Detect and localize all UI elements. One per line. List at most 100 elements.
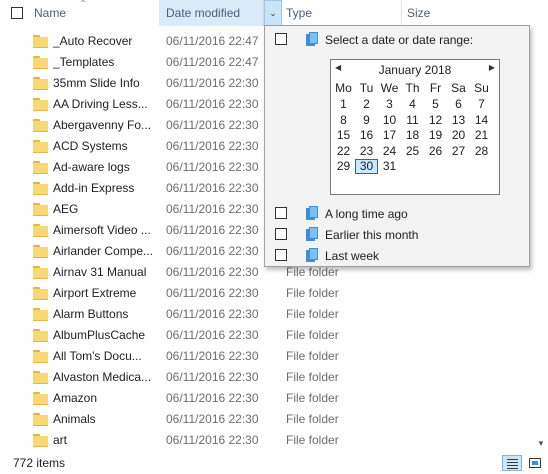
date-range-checkbox[interactable] [275, 33, 287, 45]
file-date-modified: 06/11/2016 22:30 [166, 97, 259, 111]
file-name: All Tom's Docu... [53, 349, 142, 363]
calendar-day[interactable]: 27 [447, 144, 470, 159]
calendar: ◀ January 2018 ▶ Mo Tu We Th Fr Sa Su 1 2 3 4 5 6 7 8 9… [330, 59, 500, 195]
file-name: Airport Extreme [53, 286, 137, 300]
large-icons-view-button[interactable] [526, 455, 544, 471]
column-header-date-modified[interactable]: Date modified [159, 0, 264, 26]
list-item[interactable]: art 06/11/2016 22:30 File folder [0, 430, 548, 451]
option-label-long-time-ago[interactable]: A long time ago [325, 207, 408, 221]
file-date-modified: 06/11/2016 22:30 [166, 76, 259, 90]
calendar-day[interactable]: 7 [470, 97, 493, 112]
item-count: 772 items [13, 456, 66, 470]
file-date-modified: 06/11/2016 22:30 [166, 370, 259, 384]
details-view-button[interactable] [502, 455, 522, 471]
list-item[interactable]: Alarm Buttons 06/11/2016 22:30 File folder [0, 304, 548, 325]
folder-icon [33, 245, 48, 258]
file-name: Airlander Compe... [53, 244, 154, 258]
date-filter-dropdown-button[interactable]: ⌄ [264, 0, 282, 26]
calendar-day[interactable]: 5 [424, 97, 447, 112]
option-label-last-week[interactable]: Last week [325, 249, 379, 263]
folder-icon [33, 56, 48, 69]
folder-icon [33, 434, 48, 447]
option-checkbox-last-week[interactable] [275, 249, 287, 261]
calendar-weekday: Tu [359, 81, 374, 95]
file-date-modified: 06/11/2016 22:30 [166, 202, 259, 216]
calendar-day[interactable]: 17 [378, 128, 401, 143]
calendar-day[interactable]: 29 [332, 159, 355, 174]
calendar-day[interactable]: 22 [332, 144, 355, 159]
calendar-day[interactable]: 20 [447, 128, 470, 143]
calendar-day[interactable]: 14 [470, 113, 493, 128]
list-item[interactable]: Amazon 06/11/2016 22:30 File folder [0, 388, 548, 409]
calendar-day[interactable]: 15 [332, 128, 355, 143]
folder-icon [33, 35, 48, 48]
calendar-day[interactable]: 31 [378, 159, 401, 174]
list-item[interactable]: AlbumPlusCache 06/11/2016 22:30 File folde… [0, 325, 548, 346]
option-checkbox-earlier-this-month[interactable] [275, 228, 287, 240]
option-label-earlier-this-month[interactable]: Earlier this month [325, 228, 418, 242]
calendar-day[interactable]: 1 [332, 97, 355, 112]
file-type: File folder [286, 433, 339, 447]
calendar-day[interactable]: 12 [424, 113, 447, 128]
calendar-day[interactable]: 25 [401, 144, 424, 159]
triangle-right-icon[interactable]: ▶ [489, 63, 495, 72]
column-header-name[interactable]: Name [34, 0, 66, 26]
list-item[interactable]: All Tom's Docu... 06/11/2016 22:30 File fo… [0, 346, 548, 367]
file-type: File folder [286, 265, 339, 279]
file-name: Add-in Express [53, 181, 135, 195]
calendar-day[interactable]: 10 [378, 113, 401, 128]
calendar-day[interactable]: 11 [401, 113, 424, 128]
calendar-day[interactable]: 19 [424, 128, 447, 143]
calendar-day[interactable]: 30 [355, 159, 378, 174]
file-name: art [53, 433, 68, 447]
file-date-modified: 06/11/2016 22:30 [166, 265, 259, 279]
calendar-month-title[interactable]: January 2018 [331, 63, 499, 77]
calendar-day[interactable]: 6 [447, 97, 470, 112]
folder-icon [33, 140, 48, 153]
calendar-day[interactable]: 24 [378, 144, 401, 159]
option-checkbox-long-time-ago[interactable] [275, 207, 287, 219]
folder-icon [33, 224, 48, 237]
file-date-modified: 06/11/2016 22:30 [166, 244, 259, 258]
calendar-day[interactable]: 28 [470, 144, 493, 159]
select-all-checkbox[interactable] [11, 7, 23, 19]
calendar-day[interactable]: 3 [378, 97, 401, 112]
file-type: File folder [286, 412, 339, 426]
list-item[interactable]: Animals 06/11/2016 22:30 File folder [0, 409, 548, 430]
scroll-down-icon[interactable]: ▼ [537, 439, 545, 448]
list-item[interactable]: Alvaston Medica... 06/11/2016 22:30 File f… [0, 367, 548, 388]
file-name: Animals [53, 412, 96, 426]
calendar-day[interactable]: 16 [355, 128, 378, 143]
column-header-type[interactable]: Type [286, 0, 312, 26]
group-icon [306, 248, 318, 262]
calendar-day[interactable]: 9 [355, 113, 378, 128]
calendar-weekday: Sa [451, 81, 466, 95]
calendar-day[interactable]: 13 [447, 113, 470, 128]
file-name: Alvaston Medica... [53, 370, 152, 384]
file-name: AEG [53, 202, 79, 216]
calendar-day[interactable]: 26 [424, 144, 447, 159]
folder-icon [33, 287, 48, 300]
file-date-modified: 06/11/2016 22:30 [166, 139, 259, 153]
column-header-size[interactable]: Size [401, 0, 430, 26]
sort-up-icon: ⌃ [79, 0, 88, 10]
file-type: File folder [286, 286, 339, 300]
chevron-down-icon: ⌄ [269, 8, 277, 18]
file-date-modified: 06/11/2016 22:30 [166, 160, 259, 174]
calendar-day[interactable]: 18 [401, 128, 424, 143]
file-date-modified: 06/11/2016 22:30 [166, 391, 259, 405]
file-date-modified: 06/11/2016 22:30 [166, 412, 259, 426]
calendar-day[interactable]: 4 [401, 97, 424, 112]
file-date-modified: 06/11/2016 22:30 [166, 328, 259, 342]
group-icon [306, 206, 318, 220]
file-name: _Templates [53, 55, 115, 69]
calendar-day[interactable]: 2 [355, 97, 378, 112]
file-name: Aimersoft Video ... [53, 223, 151, 237]
calendar-day[interactable]: 21 [470, 128, 493, 143]
folder-icon [33, 161, 48, 174]
calendar-day[interactable]: 23 [355, 144, 378, 159]
calendar-day[interactable]: 8 [332, 113, 355, 128]
list-item[interactable]: Airport Extreme 06/11/2016 22:30 File fold… [0, 283, 548, 304]
folder-icon [33, 182, 48, 195]
file-name: Abergavenny Fo... [53, 118, 152, 132]
